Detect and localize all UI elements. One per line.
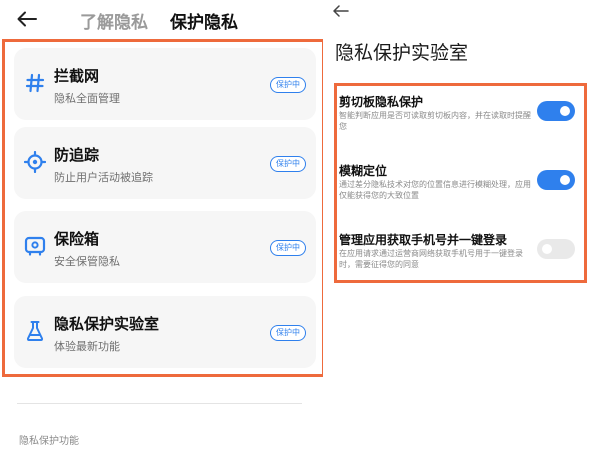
- status-badge: 保护中: [270, 240, 306, 256]
- setting-title: 管理应用获取手机号并一键登录: [339, 233, 508, 247]
- clipboard-protection-toggle[interactable]: [537, 101, 575, 121]
- phone-number-login-toggle[interactable]: [537, 239, 575, 259]
- toggle-knob: [542, 244, 552, 254]
- hash-icon: [22, 70, 48, 96]
- fuzzy-location-toggle[interactable]: [537, 170, 575, 190]
- status-badge: 保护中: [270, 77, 306, 93]
- section-label: 隐私保护功能: [19, 436, 79, 447]
- card-subtitle: 安全保管隐私: [54, 255, 120, 268]
- status-badge: 保护中: [270, 325, 306, 341]
- status-badge: 保护中: [270, 156, 306, 172]
- setting-title: 剪切板隐私保护: [339, 95, 424, 109]
- tab-protect-privacy[interactable]: 保护隐私: [170, 8, 238, 33]
- privacy-protection-screen: 了解隐私 保护隐私 拦截网 隐私全面管理 保护中 防追踪 防止用户活动被追踪 保…: [0, 0, 325, 450]
- back-arrow-icon: [17, 11, 37, 27]
- tab-bar: 了解隐私 保护隐私: [80, 7, 238, 33]
- safe-icon: [22, 233, 48, 259]
- card-safe-box[interactable]: 保险箱 安全保管隐私 保护中: [14, 211, 316, 283]
- back-arrow-icon: [333, 5, 349, 17]
- setting-description: 智能判断应用是否可读取剪切板内容，并在读取时提醒您: [339, 111, 531, 131]
- card-title: 拦截网: [54, 67, 100, 85]
- privacy-lab-screen: 隐私保护实验室 剪切板隐私保护 智能判断应用是否可读取剪切板内容，并在读取时提醒…: [323, 0, 600, 450]
- card-privacy-lab[interactable]: 隐私保护实验室 体验最新功能 保护中: [14, 296, 316, 368]
- toggle-knob: [560, 175, 570, 185]
- target-icon: [22, 149, 48, 175]
- setting-title: 模糊定位: [339, 164, 388, 178]
- setting-description: 通过差分隐私技术对您的位置信息进行模糊处理，应用仅能获得您的大致位置: [339, 180, 531, 200]
- page-title: 隐私保护实验室: [335, 42, 469, 64]
- card-title: 隐私保护实验室: [54, 315, 160, 333]
- card-intercept-net[interactable]: 拦截网 隐私全面管理 保护中: [14, 48, 316, 120]
- setting-description: 在应用请求通过运营商网络获取手机号用于一键登录时，需要征得您的同意: [339, 249, 523, 269]
- toggle-knob: [560, 106, 570, 116]
- card-title: 防追踪: [54, 146, 100, 164]
- card-subtitle: 隐私全面管理: [54, 92, 120, 105]
- back-button[interactable]: [330, 1, 352, 21]
- flask-icon: [22, 318, 48, 344]
- section-divider: [17, 403, 302, 404]
- highlight-frame-settings: 剪切板隐私保护 智能判断应用是否可读取剪切板内容，并在读取时提醒您 模糊定位 通…: [334, 83, 587, 283]
- card-subtitle: 体验最新功能: [54, 340, 120, 353]
- card-title: 保险箱: [54, 230, 100, 248]
- back-button[interactable]: [14, 7, 40, 31]
- card-anti-tracking[interactable]: 防追踪 防止用户活动被追踪 保护中: [14, 127, 316, 199]
- card-subtitle: 防止用户活动被追踪: [54, 171, 153, 184]
- tab-learn-privacy[interactable]: 了解隐私: [80, 8, 148, 33]
